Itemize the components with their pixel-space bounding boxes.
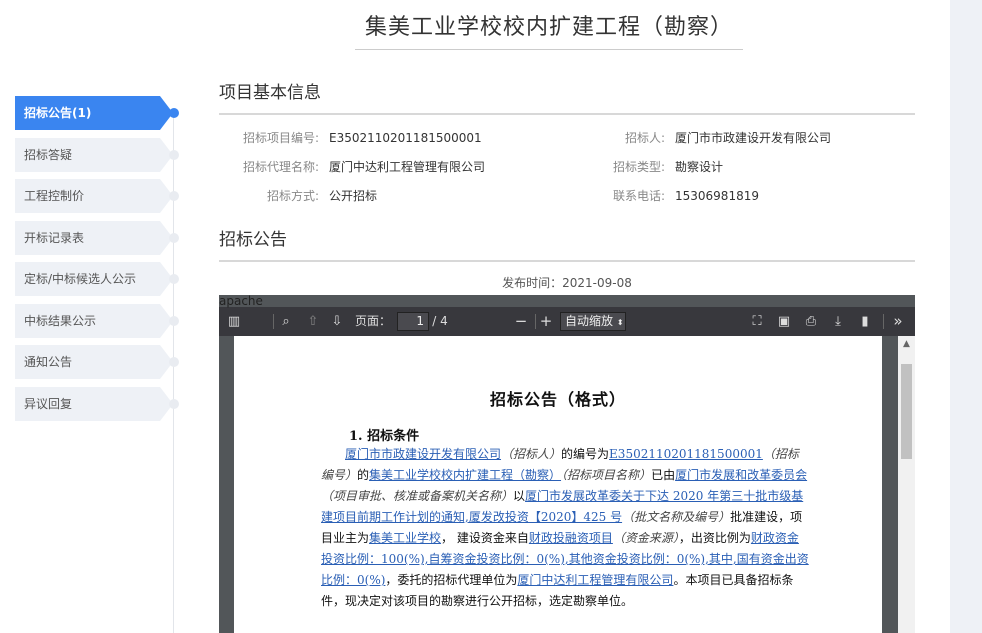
chevron-updown-icon: ⬍ [616, 318, 624, 327]
pdf-document-area: 招标公告（格式） 1. 招标条件 厦门市市政建设开发有限公司（招标人）的编号为E… [219, 336, 915, 633]
document-paragraph: 厦门市市政建设开发有限公司（招标人）的编号为E35021102011815000… [321, 447, 809, 608]
info-bid-type: 招标类型: 勘察设计 [612, 160, 724, 174]
page-number-input[interactable]: 1 [397, 312, 429, 331]
print-icon[interactable]: ⎙ [800, 307, 822, 336]
info-bid-number: 招标项目编号: E3502110201181500001 [242, 131, 482, 145]
notice-heading: 招标公告 [219, 230, 287, 250]
timeline-dot [169, 274, 179, 284]
zoom-in-icon[interactable]: + [535, 307, 557, 336]
download-icon[interactable]: ⤓ [827, 307, 849, 336]
nav-item-label: 通知公告 [24, 355, 73, 369]
tools-menu-icon[interactable]: » [887, 307, 909, 336]
info-agent: 招标代理名称: 厦门中达利工程管理有限公司 [242, 160, 486, 174]
timeline-dot [169, 191, 179, 201]
timeline-dot [169, 357, 179, 367]
apache-label: apache [219, 294, 263, 308]
timeline-dot [169, 398, 179, 409]
nav-item-label: 开标记录表 [24, 230, 85, 245]
nav-item-label: 定标/中标候选人公示 [24, 272, 137, 286]
nav-item-control-price[interactable]: 工程控制价 [15, 179, 205, 213]
zoom-select[interactable]: 自动缩放 ⬍ [560, 312, 626, 331]
info-bid-method: 招标方式: 公开招标 [266, 189, 378, 203]
notice-divider [219, 260, 915, 262]
presentation-mode-icon[interactable]: ⛶ [746, 307, 768, 336]
page-root: 集美工业学校校内扩建工程（勘察） 招标公告(1) 招标答疑 工程控制价 开标记录… [0, 0, 982, 633]
scroll-up-arrow-icon[interactable]: ▲ [898, 336, 915, 353]
info-phone: 联系电话: 15306981819 [612, 189, 759, 203]
open-file-icon[interactable]: ▣ [773, 307, 795, 336]
right-gutter [950, 0, 982, 633]
pdf-page: 招标公告（格式） 1. 招标条件 厦门市市政建设开发有限公司（招标人）的编号为E… [234, 336, 882, 633]
nav-item-candidates[interactable]: 定标/中标候选人公示 [15, 262, 205, 296]
nav-item-qa[interactable]: 招标答疑 [15, 137, 205, 172]
basic-info-divider [219, 113, 915, 115]
timeline-dot [169, 232, 179, 243]
nav-item-label: 招标公告(1) [24, 106, 92, 120]
info-tenderer: 招标人: 厦门市市政建设开发有限公司 [624, 131, 832, 145]
zoom-out-icon[interactable]: − [510, 307, 532, 336]
nav-item-label: 招标答疑 [24, 147, 73, 162]
find-icon[interactable]: ⌕ [275, 307, 297, 336]
nav-item-label: 异议回复 [24, 396, 73, 411]
nav-item-opening-record[interactable]: 开标记录表 [15, 220, 205, 255]
timeline-dot [169, 149, 179, 160]
scroll-thumb[interactable] [901, 364, 912, 459]
document-title: 招标公告（格式） [489, 390, 626, 409]
title-underline [355, 49, 743, 50]
nav-item-label: 中标结果公示 [24, 313, 97, 328]
pdf-viewer: ▥ ⌕ ⇧ ⇩ 页面： 1 / 4 − + 自动缩放 ⬍ ⛶ ▣ ⎙ ⤓ ▮ »… [219, 295, 915, 633]
basic-info-heading: 项目基本信息 [219, 83, 321, 103]
page-count: / 4 [432, 314, 448, 328]
timeline-dot-active [169, 108, 179, 118]
nav-item-result[interactable]: 中标结果公示 [15, 303, 205, 338]
nav-item-label: 工程控制价 [24, 189, 85, 203]
publish-time: 发布时间：2021-09-08 [502, 276, 632, 290]
page-label: 页面： [354, 314, 391, 328]
sidebar-toggle-icon[interactable]: ▥ [223, 307, 245, 336]
nav-item-objection-reply[interactable]: 异议回复 [15, 386, 205, 421]
previous-page-icon[interactable]: ⇧ [302, 307, 324, 336]
nav-item-notices[interactable]: 通知公告 [15, 345, 205, 379]
timeline-dot [169, 315, 179, 326]
nav-item-bid-notice[interactable]: 招标公告(1) [15, 96, 205, 130]
bookmark-icon[interactable]: ▮ [854, 307, 876, 336]
document-section-heading: 1. 招标条件 [349, 429, 420, 444]
sidebar-nav: 招标公告(1) 招标答疑 工程控制价 开标记录表 定标/中标候选人公示 中标结果… [15, 96, 205, 428]
next-page-icon[interactable]: ⇩ [326, 307, 348, 336]
pdf-toolbar: ▥ ⌕ ⇧ ⇩ 页面： 1 / 4 − + 自动缩放 ⬍ ⛶ ▣ ⎙ ⤓ ▮ » [219, 307, 915, 336]
page-title: 集美工业学校校内扩建工程（勘察） [364, 15, 733, 40]
pdf-scrollbar[interactable]: ▲ [898, 336, 915, 633]
